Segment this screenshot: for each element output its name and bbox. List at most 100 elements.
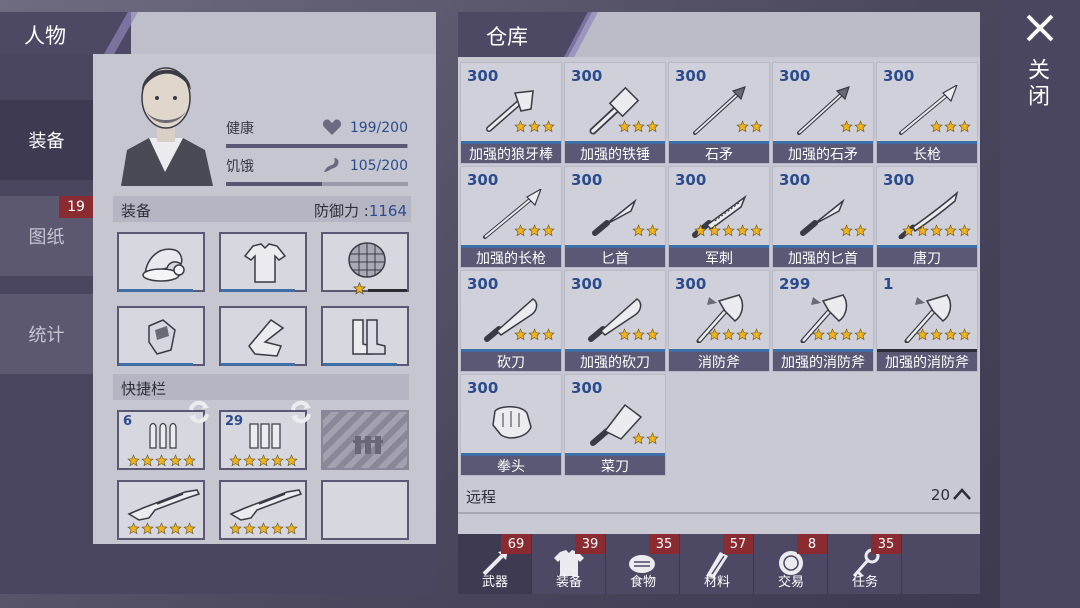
warehouse-item[interactable]: 300 消防斧 (668, 270, 770, 372)
health-value: 199/200 (349, 120, 408, 136)
warehouse-item[interactable]: 300 拳头 (460, 374, 562, 476)
item-name: 石矛 (669, 141, 769, 163)
locked-slot-icon (353, 436, 383, 454)
star-icon (542, 224, 555, 237)
character-panel: 人物 装备 图纸 19 统计 健康 199/200 饥饿 105/200 装备 … (0, 12, 436, 594)
item-stars (736, 120, 763, 133)
item-quantity: 300 (571, 67, 603, 85)
warehouse-item[interactable]: 300 加强的长枪 (460, 166, 562, 268)
warehouse-item[interactable]: 300 加强的匕首 (772, 166, 874, 268)
star-icon (840, 224, 853, 237)
category-label: 武器 (481, 575, 508, 590)
shirt-wear-bar (221, 289, 295, 292)
category-count-badge: 35 (871, 534, 901, 554)
item-name: 军刺 (669, 245, 769, 267)
item-quantity: 300 (467, 275, 499, 293)
defense-value: 1164 (368, 202, 407, 220)
tab-statistics[interactable]: 统计 (0, 294, 93, 374)
warehouse-item[interactable]: 1 加强的消防斧 (876, 270, 978, 372)
warehouse-header: 仓库 (458, 12, 980, 57)
item-stars (902, 224, 971, 237)
warehouse-item[interactable]: 300 加强的狼牙棒 (460, 62, 562, 164)
star-icon (854, 120, 867, 133)
star-icon (183, 454, 196, 467)
item-name: 消防斧 (669, 349, 769, 371)
close-button[interactable]: 关闭 (1024, 58, 1052, 110)
item-stars (812, 328, 867, 341)
warehouse-item[interactable]: 300 匕首 (564, 166, 666, 268)
pants-wear-bar (221, 363, 295, 366)
category-material[interactable]: 57 材料 (680, 534, 754, 594)
star-icon (646, 120, 659, 133)
star-icon (271, 522, 284, 535)
star-icon (632, 328, 645, 341)
star-icon (285, 454, 298, 467)
stomach-icon (324, 158, 339, 172)
category-count-badge: 35 (649, 534, 679, 554)
close-icon[interactable] (1024, 12, 1056, 44)
category-key[interactable]: 35 任务 (828, 534, 902, 594)
item-name: 匕首 (565, 245, 665, 267)
item-quantity: 299 (779, 275, 811, 293)
tab-equipment[interactable]: 装备 (0, 100, 93, 180)
star-icon (632, 432, 645, 445)
chevron-up-icon[interactable] (952, 486, 972, 502)
warehouse-item[interactable]: 300 石矛 (668, 62, 770, 164)
star-icon (243, 454, 256, 467)
star-icon (141, 454, 154, 467)
equip-slot-pants[interactable] (219, 306, 307, 366)
equip-slot-hat[interactable] (117, 232, 205, 292)
category-label: 交易 (777, 575, 804, 590)
quickbar-section-bar: 快捷栏 (113, 374, 409, 400)
quick-slot-5[interactable] (219, 480, 307, 540)
equip-slot-shirt[interactable] (219, 232, 307, 292)
star-icon (708, 328, 721, 341)
star-icon (854, 224, 867, 237)
cycle-icon[interactable] (185, 398, 213, 426)
warehouse-item[interactable]: 300 唐刀 (876, 166, 978, 268)
divider (458, 512, 980, 514)
quick-slot-6-empty[interactable] (321, 480, 409, 540)
item-stars (840, 120, 867, 133)
star-icon (646, 432, 659, 445)
cycle-icon[interactable] (287, 398, 315, 426)
warehouse-item[interactable]: 300 军刺 (668, 166, 770, 268)
star-icon (514, 120, 527, 133)
star-icon (646, 328, 659, 341)
star-icon (750, 328, 763, 341)
category-tshirt[interactable]: 39 装备 (532, 534, 606, 594)
warehouse-item[interactable]: 300 加强的石矛 (772, 62, 874, 164)
star-icon (750, 120, 763, 133)
star-icon (632, 120, 645, 133)
item-stars (618, 328, 659, 341)
equip-slot-gloves[interactable] (117, 306, 205, 366)
warehouse-item[interactable]: 300 长枪 (876, 62, 978, 164)
heart-icon (322, 119, 342, 135)
star-icon (618, 328, 631, 341)
warehouse-item[interactable]: 300 砍刀 (460, 270, 562, 372)
category-meat[interactable]: 35 食物 (606, 534, 680, 594)
equip-slot-armor[interactable] (321, 232, 409, 295)
warehouse-item[interactable]: 299 加强的消防斧 (772, 270, 874, 372)
category-weapon[interactable]: 69 武器 (458, 534, 532, 594)
star-icon (840, 328, 853, 341)
close-column: 关闭 (1000, 0, 1080, 608)
quick-slot-4[interactable] (117, 480, 205, 540)
tab-blueprints[interactable]: 图纸 19 (0, 196, 93, 276)
star-icon (750, 224, 763, 237)
item-name: 加强的砍刀 (565, 349, 665, 371)
item-stars (694, 224, 763, 237)
warehouse-item[interactable]: 300 菜刀 (564, 374, 666, 476)
star-icon (722, 328, 735, 341)
quick-slot-5-stars (229, 522, 298, 535)
item-quantity: 300 (467, 171, 499, 189)
equip-slot-boots[interactable] (321, 306, 409, 366)
warehouse-item[interactable]: 300 加强的砍刀 (564, 270, 666, 372)
star-icon (944, 224, 957, 237)
quick-slot-2-stars (229, 454, 298, 467)
character-portrait (113, 54, 218, 186)
category-coin[interactable]: 8 交易 (754, 534, 828, 594)
item-stars (514, 224, 555, 237)
warehouse-item[interactable]: 300 加强的铁锤 (564, 62, 666, 164)
star-icon (930, 328, 943, 341)
